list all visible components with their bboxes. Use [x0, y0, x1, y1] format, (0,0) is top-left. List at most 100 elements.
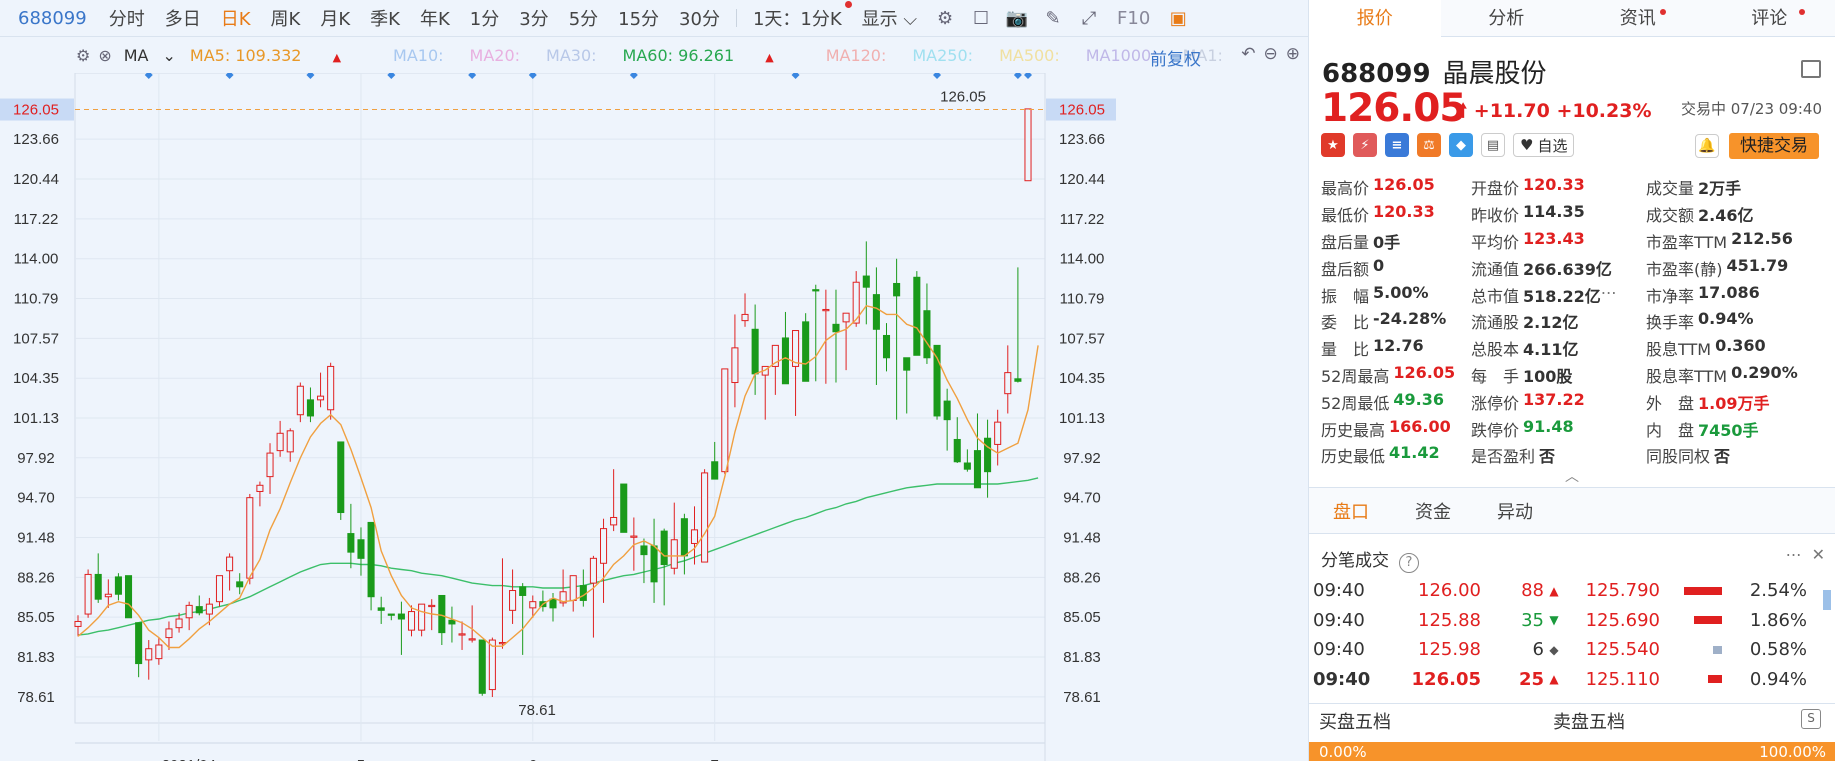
y-tick-label-right: 107.57	[1059, 330, 1105, 347]
close-icon[interactable]: ⊗	[98, 46, 111, 65]
adjust-mode-button[interactable]: 前复权	[1150, 45, 1201, 70]
event-marker	[791, 73, 800, 79]
detail-tab[interactable]: 盘口	[1333, 498, 1369, 524]
stat-value: 5.00%	[1373, 282, 1429, 302]
more-icon[interactable]: ⋯	[1786, 545, 1802, 564]
period-tab[interactable]: 季K	[360, 5, 410, 31]
quick-trade-button[interactable]: 快捷交易	[1729, 133, 1819, 159]
trade-volume: 6	[1532, 639, 1544, 661]
notification-dot	[1659, 8, 1666, 15]
detail-tab[interactable]: 资金	[1415, 498, 1451, 524]
candle-body	[872, 294, 880, 330]
close-icon[interactable]: ✕	[1812, 545, 1825, 564]
more-icon[interactable]: ⋯	[1601, 283, 1617, 307]
quote-tab[interactable]: 报价	[1309, 0, 1441, 37]
candle-body	[478, 639, 486, 694]
database-icon[interactable]: ≡	[1385, 133, 1409, 157]
run-icon[interactable]: ⚡	[1353, 133, 1377, 157]
gear-icon[interactable]: ⚙	[76, 46, 90, 65]
quote-tab[interactable]: 资讯	[1572, 0, 1704, 37]
trade-ratio-bar	[1684, 675, 1732, 684]
stats-row: 委 比 -24.28% 流通股 2.12亿 换手率 0.94%	[1321, 308, 1831, 335]
zoom-in-icon[interactable]: ⊕	[1286, 44, 1300, 64]
y-tick-label: 117.22	[14, 211, 59, 228]
stat-label: 是否盈利	[1471, 447, 1536, 467]
stat-label: 总市值	[1471, 286, 1520, 306]
quote-tab[interactable]: 分析	[1441, 0, 1573, 37]
bell-icon[interactable]: 🔔	[1695, 134, 1719, 158]
pencil-icon[interactable]: ✎	[1042, 7, 1064, 29]
candle-body	[509, 590, 517, 611]
period-tab[interactable]: 月K	[310, 5, 360, 31]
period-tab[interactable]: 15分	[608, 5, 669, 31]
candle-body	[994, 421, 1002, 445]
stat-value: 266.639亿	[1523, 259, 1612, 279]
candle-body	[913, 276, 921, 356]
stat-label: 同股同权	[1646, 447, 1711, 467]
candle-body	[488, 639, 496, 691]
stat-cell: 量 比 12.76	[1321, 336, 1471, 360]
period-tab[interactable]: 多日	[155, 5, 211, 31]
scale-icon[interactable]: ⚖	[1417, 133, 1441, 157]
f10-button[interactable]: F10	[1107, 8, 1160, 29]
period-tab[interactable]: 周K	[261, 5, 311, 31]
period-tab[interactable]: 日K	[211, 5, 261, 31]
stat-cell: 市盈率(静) 451.79	[1646, 256, 1821, 280]
tag-icon[interactable]: ◆	[1449, 133, 1473, 157]
stat-cell: 开盘价 120.33	[1471, 175, 1646, 199]
bookmark-icon[interactable]: ▤	[1481, 133, 1505, 157]
stat-cell: 成交量 2万手	[1646, 175, 1821, 199]
stat-cell: 是否盈利否	[1471, 443, 1646, 467]
ma-label[interactable]: MA	[124, 46, 149, 65]
detail-tab[interactable]: 异动	[1497, 498, 1533, 524]
event-marker	[629, 73, 638, 79]
period-tab[interactable]: 年K	[410, 5, 460, 31]
help-icon[interactable]: ?	[1399, 552, 1419, 573]
buy-ratio: 0.00%	[1319, 742, 1367, 761]
period-tab[interactable]: 30分	[669, 5, 730, 31]
range-dropdown[interactable]: 1天：1分K	[743, 1, 852, 31]
menu-icon[interactable]	[1801, 60, 1821, 78]
display-dropdown[interactable]: 显示 ⌵	[852, 5, 927, 31]
y-tick-label: 94.70	[17, 490, 55, 507]
stats-grid: 最高价 126.05 开盘价 120.33 成交量 2万手 最低价 120.33 昨收价 114.…	[1321, 174, 1831, 469]
stat-value: 2万手	[1698, 179, 1742, 199]
china-flag-icon[interactable]: ★	[1321, 133, 1345, 157]
period-tab[interactable]: 1分	[460, 5, 509, 31]
arrow-up-icon: 🠕	[1459, 100, 1468, 122]
quote-tab[interactable]: 评论	[1704, 0, 1835, 37]
current-price-label-right: 126.05	[1059, 102, 1105, 119]
collapse-icon[interactable]: ︿	[1565, 466, 1579, 486]
candlestick-chart[interactable]: 126.05 126.05 123.66 123.66 120.44 120.44 117.…	[0, 73, 1308, 761]
chevron-down-icon[interactable]: ⌄	[163, 46, 176, 65]
undo-icon[interactable]: ↶	[1241, 44, 1255, 64]
stat-cell: 52周最低 49.36	[1321, 390, 1471, 414]
stat-cell: 总股本 4.11亿	[1471, 336, 1646, 360]
candle-body	[256, 484, 264, 492]
candle-body	[862, 275, 870, 288]
stats-row: 量 比 12.76 总股本 4.11亿 股息TTM 0.360	[1321, 335, 1831, 362]
trade-direction-icon: ▲	[1549, 583, 1559, 598]
stat-label: 股息率TTM	[1646, 366, 1728, 386]
camera-icon[interactable]: 📷	[1006, 7, 1028, 29]
expand-icon[interactable]: ⤢	[1078, 7, 1100, 29]
add-watchlist-button[interactable]: ♥ 自选	[1513, 133, 1575, 157]
candle-body	[973, 450, 981, 489]
stat-label: 盘后额	[1321, 259, 1370, 279]
period-tab[interactable]: 分时	[99, 5, 155, 31]
s-icon[interactable]: S	[1801, 709, 1821, 729]
stat-label: 成交额	[1646, 206, 1695, 226]
period-tab[interactable]: 5分	[559, 5, 608, 31]
sidebar-toggle-icon[interactable]: ▣	[1167, 7, 1189, 29]
event-marker	[528, 73, 537, 79]
y-tick-label: 110.79	[14, 290, 59, 307]
settings-icon[interactable]: ⚙	[934, 7, 956, 29]
trade-price: 126.05	[1411, 668, 1481, 690]
trade-row: 09:40 126.00 88 ▲ 125.790 2.54%	[1309, 576, 1835, 606]
square-icon[interactable]: ☐	[970, 7, 992, 29]
zoom-out-icon[interactable]: ⊖	[1264, 44, 1278, 64]
candle-body	[519, 586, 527, 596]
detail-tabs: 盘口 资金 异动	[1309, 487, 1835, 534]
scrollbar[interactable]	[1823, 590, 1831, 610]
period-tab[interactable]: 3分	[509, 5, 558, 31]
